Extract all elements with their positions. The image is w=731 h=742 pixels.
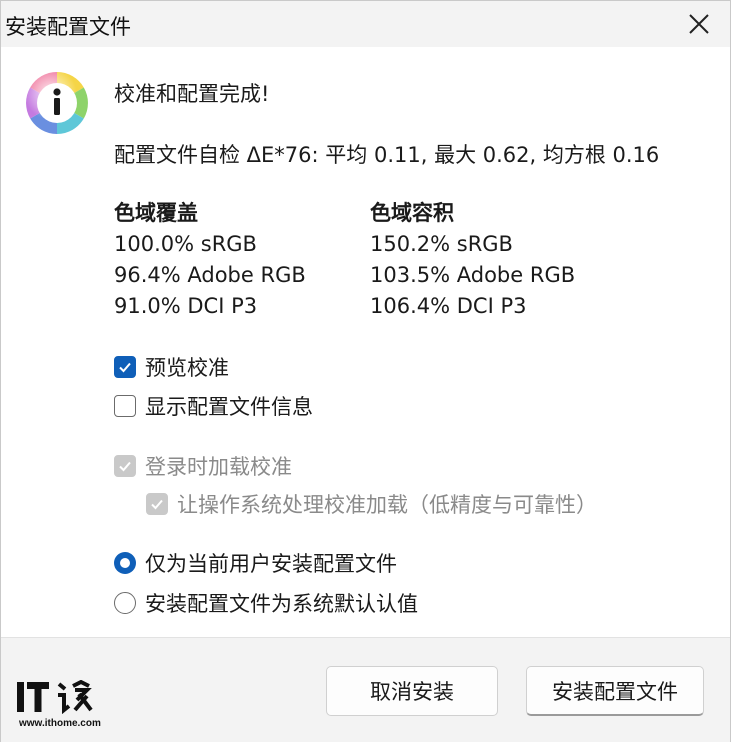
install-profile-button[interactable]: 安装配置文件 (526, 666, 704, 716)
gamut-volume-adobe-rgb: 103.5% Adobe RGB (370, 263, 576, 287)
load-on-login-checkbox: 登录时加载校准 (114, 451, 292, 481)
gamut-volume-srgb: 150.2% sRGB (370, 232, 513, 256)
checkbox-checked[interactable] (114, 356, 136, 378)
install-current-user-label: 仅为当前用户安装配置文件 (145, 552, 397, 576)
gamut-coverage: 色域覆盖 100.0% sRGB 96.4% Adobe RGB 91.0% D… (114, 198, 306, 322)
gamut-volume: 色域容积 150.2% sRGB 103.5% Adobe RGB 106.4%… (370, 198, 575, 322)
info-icon (26, 72, 88, 134)
gamut-coverage-adobe-rgb: 96.4% Adobe RGB (114, 263, 306, 287)
checkbox-unchecked[interactable] (114, 395, 136, 417)
os-handle-loading-checkbox: 让操作系统处理校准加载（低精度与可靠性） (146, 489, 597, 519)
checkbox-disabled-checked (146, 493, 168, 515)
show-profile-info-label: 显示配置文件信息 (145, 395, 313, 419)
radio-selected[interactable] (114, 552, 136, 574)
check-icon (119, 461, 131, 472)
install-system-default-radio[interactable]: 安装配置文件为系统默认认值 (114, 588, 418, 618)
gamut-coverage-header: 色域覆盖 (114, 201, 198, 225)
watermark-site: www.ithome.com (19, 718, 101, 729)
radio-unselected[interactable] (114, 592, 136, 614)
show-profile-info-checkbox[interactable]: 显示配置文件信息 (114, 391, 313, 421)
check-icon (151, 499, 163, 510)
close-button[interactable] (668, 1, 730, 47)
dialog-footer: www.ithome.com 取消安装 安装配置文件 (1, 637, 730, 742)
preview-calibration-label: 预览校准 (145, 356, 229, 380)
title-bar[interactable]: 安装配置文件 (1, 1, 730, 47)
ithome-logo (17, 680, 93, 714)
completion-heading: 校准和配置完成! (114, 82, 270, 106)
load-on-login-label: 登录时加载校准 (145, 455, 292, 479)
gamut-volume-dci-p3: 106.4% DCI P3 (370, 294, 527, 318)
gamut-volume-header: 色域容积 (370, 201, 454, 225)
install-profile-dialog: 安装配置文件 校准和配置完成! 配置文件自检 ΔE*76: 平均 0.11, 最… (0, 0, 731, 742)
gamut-coverage-dci-p3: 91.0% DCI P3 (114, 294, 258, 318)
install-current-user-radio[interactable]: 仅为当前用户安装配置文件 (114, 548, 397, 578)
cancel-install-button[interactable]: 取消安装 (326, 666, 498, 716)
window-title: 安装配置文件 (5, 15, 131, 39)
preview-calibration-checkbox[interactable]: 预览校准 (114, 352, 229, 382)
gamut-coverage-srgb: 100.0% sRGB (114, 232, 257, 256)
os-handle-loading-label: 让操作系统处理校准加载（低精度与可靠性） (177, 493, 597, 517)
check-icon (119, 362, 131, 373)
profile-self-check: 配置文件自检 ΔE*76: 平均 0.11, 最大 0.62, 均方根 0.16 (114, 143, 660, 167)
checkbox-disabled-checked (114, 455, 136, 477)
dialog-content: 校准和配置完成! 配置文件自检 ΔE*76: 平均 0.11, 最大 0.62,… (1, 47, 730, 637)
close-icon (689, 14, 709, 34)
install-system-default-label: 安装配置文件为系统默认认值 (145, 592, 418, 616)
